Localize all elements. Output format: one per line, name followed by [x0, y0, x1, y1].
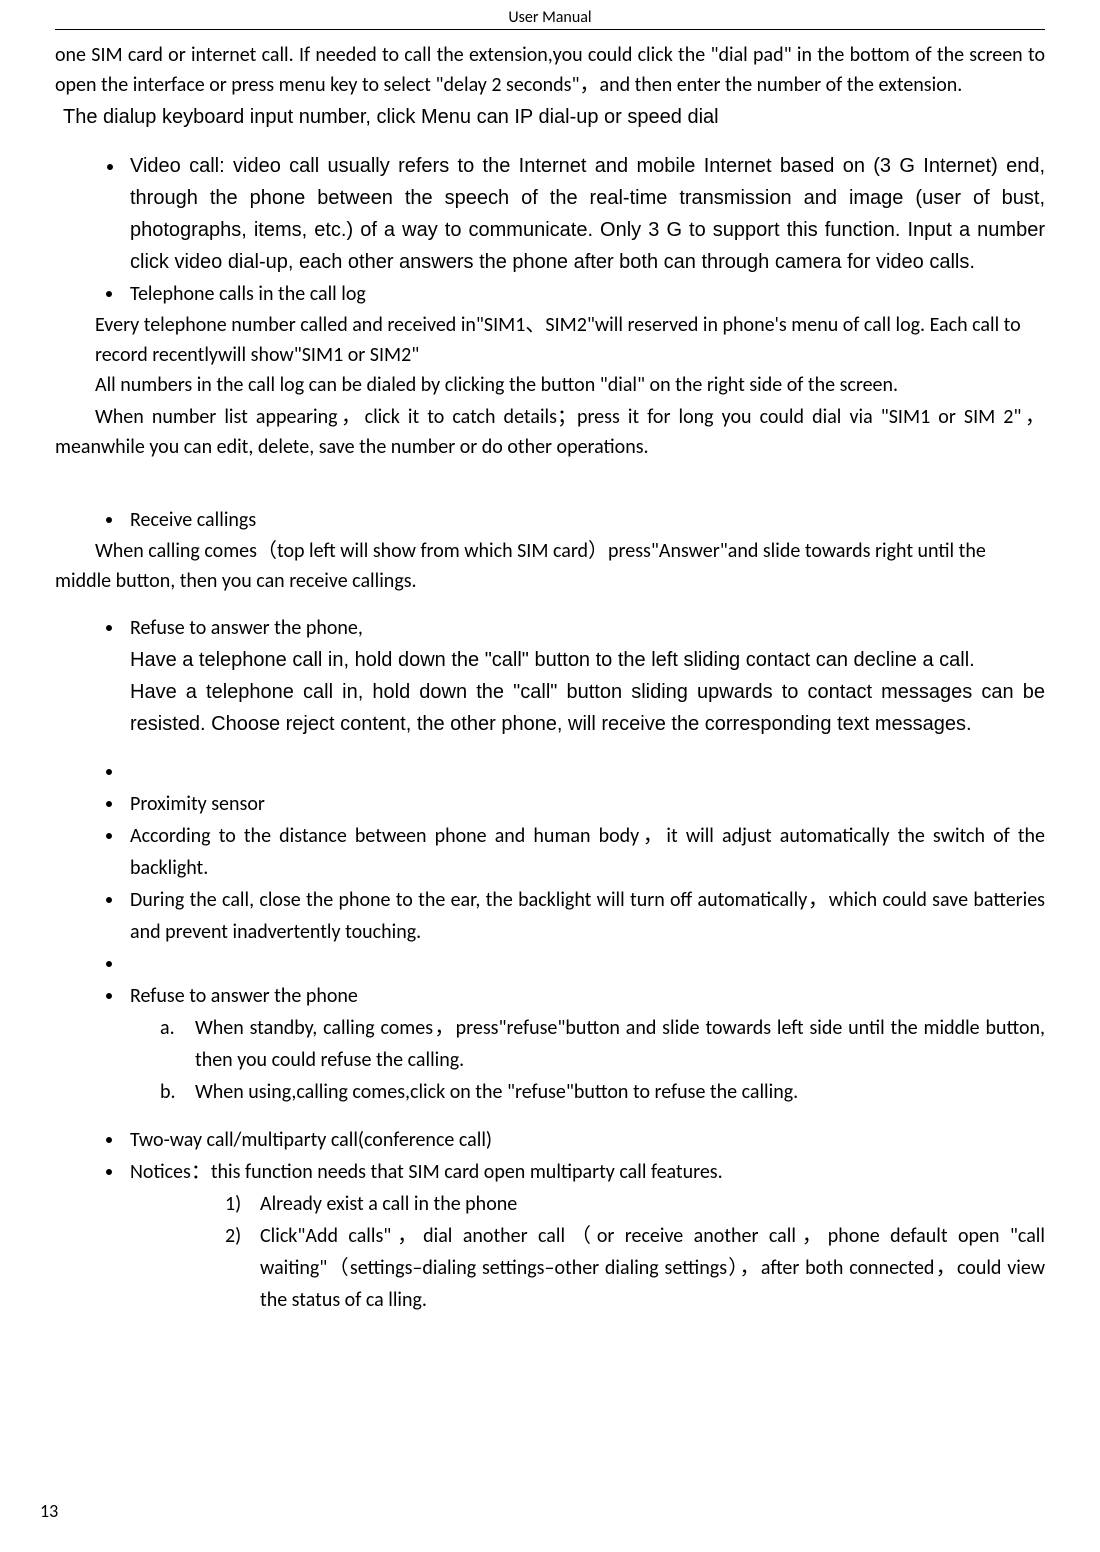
- bullet-proximity-during: During the call, close the phone to the …: [125, 884, 1045, 948]
- bullet-proximity-desc: According to the distance between phone …: [125, 820, 1045, 884]
- paragraph-call-log-2: All numbers in the call log can be diale…: [55, 370, 1045, 400]
- bullet-list-2: Receive callings: [55, 504, 1045, 536]
- paragraph-intro-1: one SIM card or internet call. If needed…: [55, 40, 1045, 100]
- page-number: 13: [40, 1500, 58, 1522]
- bullet-notices: Notices：this function needs that SIM car…: [125, 1156, 1045, 1188]
- letter-body-a: When standby, calling comes，press"refuse…: [195, 1012, 1045, 1076]
- bullet-empty-2: [125, 948, 1045, 980]
- number-item-1: 1) Already exist a call in the phone: [225, 1188, 1045, 1220]
- bullet-list-5: Two-way call/multiparty call(conference …: [55, 1124, 1045, 1188]
- marker-1: 1): [225, 1188, 260, 1220]
- content-body: one SIM card or internet call. If needed…: [0, 30, 1100, 1316]
- bullet-receive-callings: Receive callings: [125, 504, 1045, 536]
- bullet-two-way: Two-way call/multiparty call(conference …: [125, 1124, 1045, 1156]
- paragraph-intro-2: The dialup keyboard input number, click …: [55, 102, 1045, 132]
- bullet-refuse-2: Refuse to answer the phone: [125, 980, 1045, 1012]
- bullet-list-4: Proximity sensor According to the distan…: [55, 756, 1045, 1012]
- letter-item-a: a. When standby, calling comes，press"ref…: [160, 1012, 1045, 1076]
- bullet-list-3: Refuse to answer the phone,: [55, 612, 1045, 644]
- bullet-refuse-1: Refuse to answer the phone,: [125, 612, 1045, 644]
- number-list: 1) Already exist a call in the phone 2) …: [55, 1188, 1045, 1316]
- marker-b: b.: [160, 1076, 195, 1108]
- paragraph-receive: When calling comes（top left will show fr…: [55, 536, 1045, 596]
- marker-2: 2): [225, 1220, 260, 1316]
- number-item-2: 2) Click"Add calls"，dial another call（or…: [225, 1220, 1045, 1316]
- marker-a: a.: [160, 1012, 195, 1076]
- number-body-1: Already exist a call in the phone: [260, 1188, 1045, 1220]
- refuse-sub-2: Have a telephone call in, hold down the …: [55, 676, 1045, 740]
- bullet-proximity: Proximity sensor: [125, 788, 1045, 820]
- bullet-list-1: Video call: video call usually refers to…: [55, 150, 1045, 310]
- letter-item-b: b. When using,calling comes,click on the…: [160, 1076, 1045, 1108]
- number-body-2: Click"Add calls"，dial another call（or re…: [260, 1220, 1045, 1316]
- paragraph-call-log-1: Every telephone number called and receiv…: [55, 310, 1045, 370]
- text: Every telephone number called and receiv…: [95, 313, 1021, 367]
- letter-list: a. When standby, calling comes，press"ref…: [55, 1012, 1045, 1108]
- page-header: User Manual: [55, 0, 1045, 30]
- bullet-call-log: Telephone calls in the call log: [125, 278, 1045, 310]
- bullet-empty-1: [125, 756, 1045, 788]
- letter-body-b: When using,calling comes,click on the "r…: [195, 1076, 1045, 1108]
- paragraph-call-log-3: When number list appearing，click it to c…: [55, 402, 1045, 462]
- bullet-video-call: Video call: video call usually refers to…: [125, 150, 1045, 278]
- refuse-sub-1: Have a telephone call in, hold down the …: [55, 644, 1045, 676]
